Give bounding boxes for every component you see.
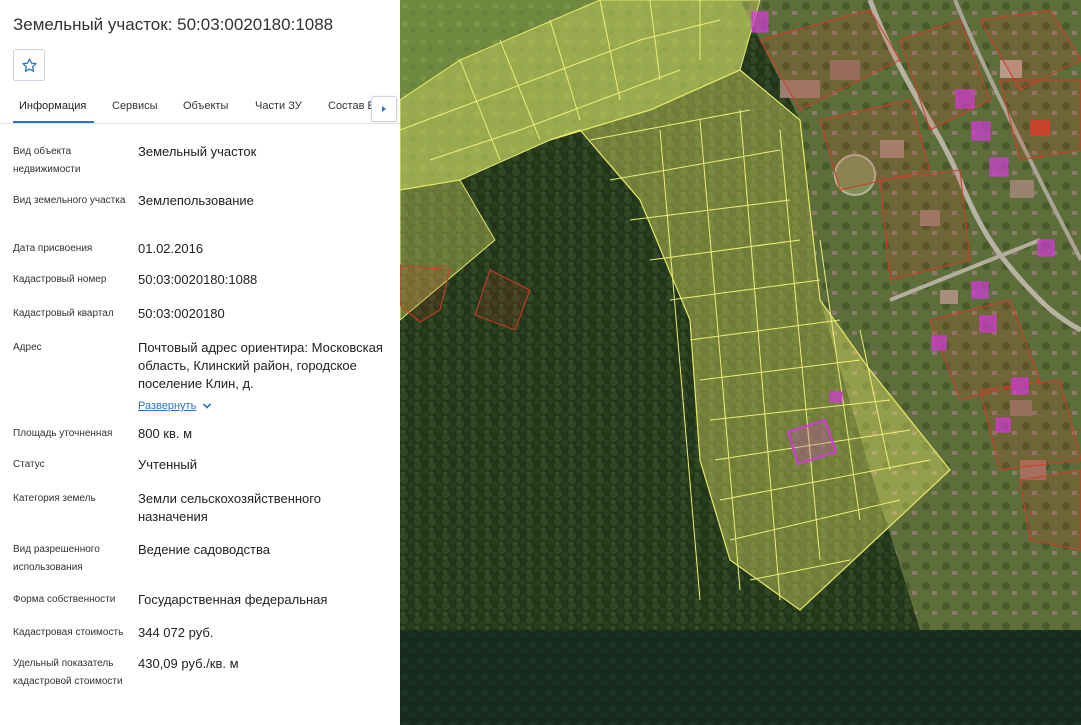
tab-overflow-clip: Состав ЕЗП [328,90,373,123]
field-label: Адрес [13,342,42,353]
page-title: Земельный участок: 50:03:0020180:1088 [13,15,334,34]
field-label: Площадь уточненная [13,428,113,439]
tab-information[interactable]: Информация [19,100,86,112]
field-label: Кадастровая стоимость [13,627,124,638]
star-outline-icon [21,57,37,72]
field-label: Вид земельного участка [13,195,126,206]
field-value: 430,09 руб./кв. м [138,656,239,671]
favorite-button[interactable] [13,49,45,81]
field-label: Форма собственности [13,594,116,605]
field-value-address: Почтовый адрес ориентира: Московская обл… [138,339,390,415]
tabs-scroll-right-button[interactable] [371,96,397,122]
field-label: Кадастровый квартал [13,308,114,319]
field-value: 344 072 руб. [138,625,214,640]
field-value: Ведение садоводства [138,542,270,557]
active-tab-indicator [13,121,94,123]
caret-right-icon [382,106,386,112]
expand-label: Развернуть [138,400,197,412]
field-label: Категория земель [13,493,96,504]
tab-parts[interactable]: Части ЗУ [255,100,302,112]
field-value: Государственная федеральная [138,592,328,607]
field-value: 800 кв. м [138,426,193,441]
field-value: Земли сельскохозяйственного назначения [138,491,321,524]
satellite-map [400,0,1081,725]
field-label: Кадастровый номер [13,274,107,285]
field-value: Учтенный [138,457,198,472]
field-value: 50:03:0020180 [138,306,225,321]
field-label: Статус [13,459,45,470]
tab-bar: Информация Сервисы Объекты Части ЗУ Сост… [0,90,400,124]
tab-composition[interactable]: Состав ЕЗП [328,100,373,112]
tab-objects[interactable]: Объекты [183,100,228,112]
chevron-down-icon [203,403,212,409]
field-label: Вид объекта недвижимости [13,146,81,175]
info-panel: Земельный участок: 50:03:0020180:1088 Ин… [0,0,400,725]
field-label: Дата присвоения [13,243,93,254]
field-value: 01.02.2016 [138,241,204,256]
field-value: Землепользование [138,193,254,208]
field-label: Вид разрешенного использования [13,544,100,573]
field-label: Удельный показатель кадастровой стоимост… [13,658,123,687]
tab-services[interactable]: Сервисы [112,100,158,112]
field-value: 50:03:0020180:1088 [138,272,258,287]
map-view[interactable] [400,0,1081,725]
expand-address-link[interactable]: Развернуть [138,397,212,415]
address-text: Почтовый адрес ориентира: Московская обл… [138,340,383,391]
field-value: Земельный участок [138,144,257,159]
